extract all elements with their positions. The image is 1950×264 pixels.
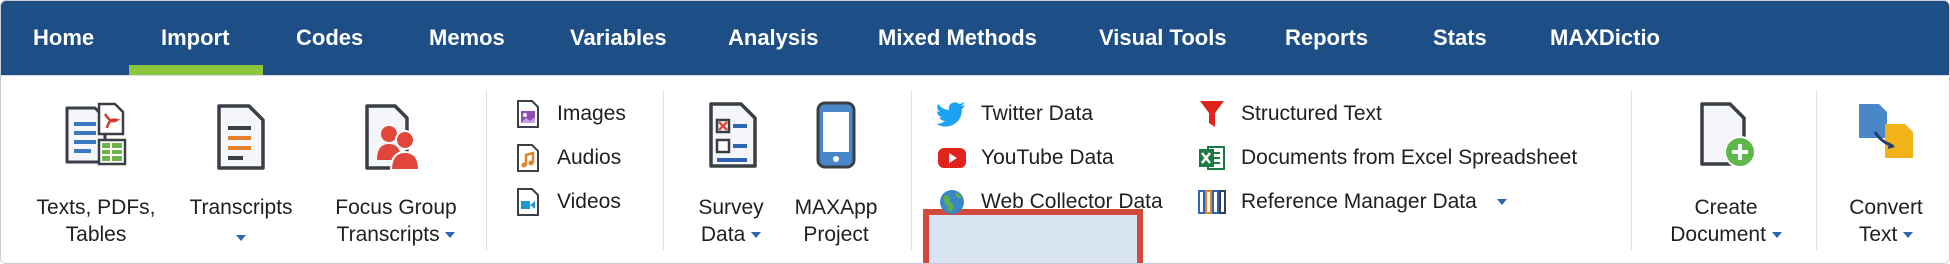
group-separator	[911, 90, 912, 250]
books-icon	[1197, 187, 1227, 217]
group-separator	[1631, 90, 1632, 250]
documents-icon	[65, 102, 127, 166]
images-label: Images	[557, 102, 626, 125]
transcripts-label: Transcripts	[189, 196, 293, 219]
audios-label: Audios	[557, 146, 622, 169]
survey-data-button[interactable]: Survey Data	[681, 76, 781, 263]
group-separator	[1816, 90, 1817, 250]
convert-text-dropdown-caret[interactable]	[1903, 232, 1914, 239]
reference-manager-dropdown-caret[interactable]	[1496, 199, 1507, 205]
web-collector-data-button[interactable]: Web Collector Data	[937, 182, 1163, 222]
ribbon-tab-bar: Home Import Codes Memos Variables Analys…	[1, 1, 1949, 75]
twitter-data-button[interactable]: Twitter Data	[937, 94, 1093, 134]
create-document-button[interactable]: Create Document	[1651, 76, 1801, 263]
videos-button[interactable]: Videos	[513, 182, 621, 222]
active-tab-indicator	[129, 65, 263, 75]
group-separator	[486, 90, 487, 250]
youtube-icon	[937, 143, 967, 173]
texts-pdfs-tables-button[interactable]: Texts, PDFs, Tables	[21, 76, 171, 263]
transcript-icon	[217, 104, 265, 170]
create-document-label-line2: Document	[1670, 223, 1766, 246]
survey-data-dropdown-caret[interactable]	[751, 232, 762, 239]
excel-documents-label: Documents from Excel Spreadsheet	[1241, 146, 1578, 169]
phone-icon	[816, 101, 856, 169]
audio-icon	[513, 143, 543, 173]
structured-text-button[interactable]: Structured Text	[1197, 94, 1382, 134]
videos-label: Videos	[557, 190, 621, 213]
transcripts-button[interactable]: Transcripts	[171, 76, 311, 263]
new-document-icon	[1700, 102, 1756, 168]
image-icon	[513, 99, 543, 129]
window: Home Import Codes Memos Variables Analys…	[0, 0, 1950, 264]
focus-group-transcripts-button[interactable]: Focus Group Transcripts	[311, 76, 481, 263]
focus-group-icon	[365, 104, 421, 171]
tab-maxdictio[interactable]: MAXDictio	[1550, 1, 1660, 75]
tab-variables[interactable]: Variables	[570, 1, 667, 75]
focus-group-label-line2: Transcripts	[336, 223, 440, 246]
youtube-data-label: YouTube Data	[981, 146, 1114, 169]
tab-import[interactable]: Import	[161, 1, 229, 75]
video-icon	[513, 187, 543, 217]
tab-reports[interactable]: Reports	[1285, 1, 1368, 75]
tab-memos[interactable]: Memos	[429, 1, 505, 75]
import-ribbon: Texts, PDFs, Tables Transcripts Focus Gr…	[1, 75, 1949, 263]
tab-home[interactable]: Home	[33, 1, 94, 75]
convert-text-button[interactable]: Convert Text	[1831, 76, 1941, 263]
excel-documents-button[interactable]: Documents from Excel Spreadsheet	[1197, 138, 1577, 178]
convert-text-label-line1: Convert	[1849, 196, 1923, 219]
structured-text-label: Structured Text	[1241, 102, 1382, 125]
focus-group-label-line1: Focus Group	[335, 196, 457, 219]
tab-codes[interactable]: Codes	[296, 1, 363, 75]
reference-manager-data-button[interactable]: Reference Manager Data	[1197, 182, 1507, 222]
convert-icon	[1859, 104, 1913, 158]
maxapp-label-line2: Project	[803, 223, 869, 246]
maxapp-project-button[interactable]: MAXApp Project	[781, 76, 891, 263]
texts-pdfs-tables-label-line1: Texts, PDFs,	[36, 196, 156, 219]
tab-visual-tools[interactable]: Visual Tools	[1099, 1, 1227, 75]
twitter-data-label: Twitter Data	[981, 102, 1094, 125]
survey-data-label-line1: Survey	[698, 196, 764, 219]
survey-icon	[709, 102, 757, 168]
create-document-dropdown-caret[interactable]	[1771, 232, 1782, 239]
group-separator	[663, 90, 664, 250]
convert-text-label-line2: Text	[1858, 223, 1898, 246]
globe-icon	[937, 187, 967, 217]
funnel-icon	[1197, 99, 1227, 129]
tab-mixed-methods[interactable]: Mixed Methods	[878, 1, 1037, 75]
images-button[interactable]: Images	[513, 94, 626, 134]
survey-data-label-line2: Data	[700, 223, 746, 246]
reference-manager-data-label: Reference Manager Data	[1241, 190, 1477, 213]
transcripts-dropdown-caret[interactable]	[236, 235, 246, 242]
tab-stats[interactable]: Stats	[1433, 1, 1487, 75]
excel-icon	[1197, 143, 1227, 173]
texts-pdfs-tables-label-line2: Tables	[65, 223, 127, 246]
tab-analysis[interactable]: Analysis	[728, 1, 819, 75]
audios-button[interactable]: Audios	[513, 138, 621, 178]
web-collector-data-label: Web Collector Data	[981, 190, 1163, 213]
twitter-icon	[937, 99, 967, 129]
focus-group-dropdown-caret[interactable]	[445, 232, 456, 239]
create-document-label-line1: Create	[1694, 196, 1758, 219]
youtube-data-button[interactable]: YouTube Data	[937, 138, 1114, 178]
maxapp-label-line1: MAXApp	[794, 196, 878, 219]
